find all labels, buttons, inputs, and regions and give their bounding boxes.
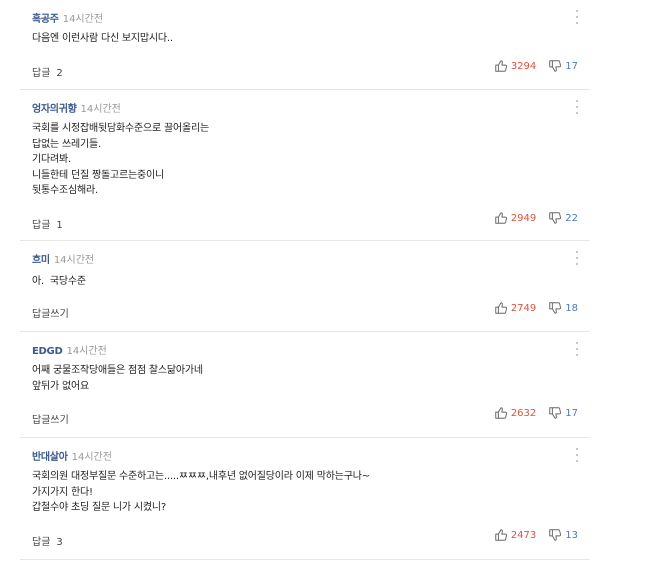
more-options-icon[interactable] [574,448,580,462]
comment-body: 국회의원 대정부질문 수준하고는.....ㅉㅉㅉ,내후년 없어질당이라 이제 막… [32,469,370,516]
reply-count: 3 [56,537,63,548]
comment-text-line: 뒷통수조심해라. [32,185,98,196]
comment-author[interactable]: 엉자의귀향 [32,104,77,115]
dislike-button[interactable]: 22 [548,211,578,225]
dislike-button[interactable]: 18 [548,301,578,315]
reply-button[interactable]: 답글 3 [32,533,63,548]
comment-body: 국회를 시정잡배뒷담화수준으로 끌어올리는 답없는 쓰레기들. 기다려봐. 니들… [32,121,209,199]
reply-label: 답글쓰기 [32,415,69,426]
reply-label: 답글 [32,220,51,231]
comment-item: 흑공주 14시간전 다음엔 이런사람 다신 보지맙시다.. 답글 2 3294 17 [20,0,590,90]
comment-author[interactable]: 흑공주 [32,14,59,25]
comment-author[interactable]: 흐미 [32,255,50,266]
comment-body: 어째 궁물조작당애들은 점점 찰스닮아가네 앞뒤가 없어요 [32,363,203,394]
like-button[interactable]: 2632 [494,406,536,420]
comment-item: 반대살아 14시간전 국회의원 대정부질문 수준하고는.....ㅉㅉㅉ,내후년 없… [20,438,590,560]
thumbs-down-icon [549,407,562,419]
comment-author[interactable]: EDGD [32,346,63,357]
dislike-count: 13 [565,529,578,541]
comment-list: 흑공주 14시간전 다음엔 이런사람 다신 보지맙시다.. 답글 2 3294 17… [0,0,650,565]
vote-group: 2949 22 [494,211,578,225]
comment-time: 14시간전 [53,255,95,266]
comment-text-line: 기다려봐. [32,154,71,165]
like-button[interactable]: 2749 [494,301,536,315]
reply-button[interactable]: 답글 2 [32,64,63,79]
thumbs-up-icon [495,407,507,419]
thumbs-up-icon [495,212,507,224]
comment-body: 아. 국당수준 [32,274,86,290]
reply-count: 2 [56,68,63,79]
like-count: 2949 [510,212,537,224]
vote-group: 2473 13 [494,528,578,542]
like-count: 2749 [510,302,537,314]
reply-count: 1 [56,220,63,231]
comment-item: 흐미 14시간전 아. 국당수준 답글쓰기 2749 18 [20,241,590,332]
thumbs-down-icon [549,212,562,224]
comment-item: 엉자의귀향 14시간전 국회를 시정잡배뒷담화수준으로 끌어올리는 답없는 쓰레기… [20,90,590,241]
dislike-button[interactable]: 13 [548,528,578,542]
more-options-icon[interactable] [574,342,580,356]
like-count: 2632 [510,407,537,419]
thumbs-up-icon [495,529,507,541]
vote-group: 2749 18 [494,301,578,315]
comment-text-line: 앞뒤가 없어요 [32,380,89,392]
like-count: 2473 [510,529,537,541]
like-count: 3294 [510,60,537,72]
reply-button[interactable]: 답글쓰기 [32,411,69,426]
more-options-icon[interactable] [574,100,580,114]
reply-button[interactable]: 답글쓰기 [32,305,69,320]
thumbs-down-icon [549,302,562,314]
more-options-icon[interactable] [574,251,580,265]
thumbs-up-icon [495,60,507,72]
comment-text-line: 갑철수야 초딩 질문 니가 시켰니? [32,502,167,513]
comment-time: 14시간전 [66,346,107,357]
thumbs-down-icon [549,529,562,541]
comment-body: 다음엔 이런사람 다신 보지맙시다.. [32,31,173,47]
comment-time: 14시간전 [80,104,121,115]
vote-group: 3294 17 [494,59,578,73]
thumbs-down-icon [549,60,562,72]
comment-author[interactable]: 반대살아 [32,452,68,463]
comment-item: EDGD 14시간전 어째 궁물조작당애들은 점점 찰스닮아가네 앞뒤가 없어요 … [20,332,590,438]
like-button[interactable]: 3294 [494,59,536,73]
comment-text-line: 가지가지 한다! [32,486,93,498]
like-button[interactable]: 2949 [494,211,536,225]
reply-label: 답글 [32,68,51,79]
like-button[interactable]: 2473 [494,528,536,542]
dislike-count: 18 [565,302,578,314]
comment-text-line: 니들한테 던질 짱돌고르는중이니 [32,169,164,181]
comment-text-line: 다음엔 이런사람 다신 보지맙시다.. [32,33,173,44]
comment-text-line: 어째 궁물조작당애들은 점점 찰스닮아가네 [32,365,203,376]
reply-label: 답글쓰기 [32,309,69,320]
dislike-button[interactable]: 17 [548,406,578,420]
comment-text-line: 아. 국당수준 [32,276,86,287]
comment-text-line: 답없는 쓰레기들. [32,138,101,150]
dislike-count: 22 [565,212,578,224]
reply-label: 답글 [32,537,51,548]
reply-button[interactable]: 답글 1 [32,216,63,231]
comment-time: 14시간전 [71,452,112,463]
comment-text-line: 국회를 시정잡배뒷담화수준으로 끌어올리는 [32,123,209,134]
dislike-count: 17 [565,407,578,419]
comment-text-line: 국회의원 대정부질문 수준하고는.....ㅉㅉㅉ,내후년 없어질당이라 이제 막… [32,471,370,482]
dislike-count: 17 [565,60,578,72]
more-options-icon[interactable] [574,10,580,24]
thumbs-up-icon [495,302,507,314]
vote-group: 2632 17 [494,406,578,420]
comment-time: 14시간전 [62,14,104,25]
dislike-button[interactable]: 17 [548,59,578,73]
